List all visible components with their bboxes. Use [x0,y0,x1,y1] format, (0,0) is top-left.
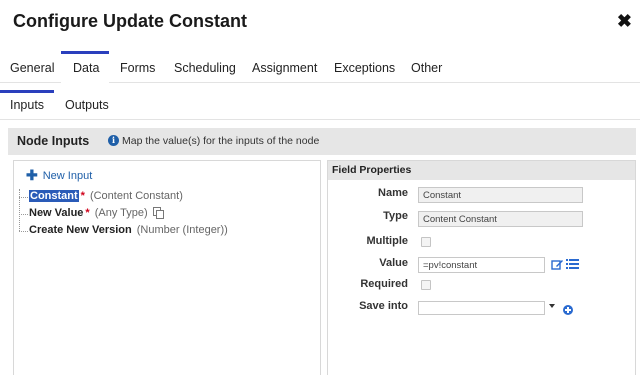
main-tabs: General Data Forms Scheduling Assignment… [0,51,640,83]
save-into-label: Save into [359,300,408,312]
sub-tabs: Inputs Outputs [0,90,640,120]
tree-branch [19,231,28,232]
tab-other[interactable]: Other [411,53,442,83]
inputs-tree-panel: ✚ New Input Constant * (Content Constant) N… [13,160,321,375]
input-name[interactable]: New Value [29,207,83,219]
node-inputs-title: Node Inputs [17,134,90,148]
input-item-constant[interactable]: Constant * (Content Constant) [19,190,183,202]
tab-scheduling[interactable]: Scheduling [174,53,236,83]
name-field: Constant [418,187,583,203]
tab-assignment[interactable]: Assignment [252,53,317,83]
tab-inputs[interactable]: Inputs [0,90,55,120]
tree-connector [19,189,20,231]
field-properties-title: Field Properties [332,164,412,176]
name-label: Name [378,187,408,199]
tab-outputs[interactable]: Outputs [65,90,109,120]
input-item-new-value[interactable]: New Value * (Any Type) [19,207,164,219]
dialog-title-bar: Configure Update Constant ✖ [0,0,640,46]
field-properties-panel: Field Properties Name Constant Type Cont… [327,160,636,375]
info-icon: i [108,135,119,146]
new-input-button[interactable]: ✚ New Input [26,167,92,184]
node-inputs-hint: Map the value(s) for the inputs of the n… [122,135,320,147]
required-label: Required [360,278,408,290]
tab-data[interactable]: Data [61,51,109,83]
tab-general[interactable]: General [10,53,54,83]
dialog-title: Configure Update Constant [13,11,247,31]
plus-icon: ✚ [26,167,38,183]
tree-branch [19,214,28,215]
list-icon[interactable] [566,258,579,270]
tab-exceptions[interactable]: Exceptions [334,53,395,83]
chevron-down-icon[interactable] [549,304,555,308]
new-input-label: New Input [42,170,93,182]
tree-branch [19,197,28,198]
value-field[interactable]: =pv!constant [418,257,545,273]
save-into-select[interactable] [418,301,545,315]
input-name[interactable]: Create New Version [29,224,132,236]
input-name[interactable]: Constant [29,190,79,202]
multiple-checkbox[interactable] [421,237,431,247]
required-checkbox[interactable] [421,280,431,290]
required-marker: * [85,207,90,219]
value-label: Value [379,257,408,269]
type-label: Type [383,210,408,222]
close-icon[interactable]: ✖ [617,12,632,30]
type-field: Content Constant [418,211,583,227]
input-type: (Content Constant) [89,190,183,202]
required-marker: * [80,190,85,202]
input-item-create-new-version[interactable]: Create New Version (Number (Integer)) [19,224,228,236]
node-inputs-header: Node Inputs i Map the value(s) for the i… [8,128,636,155]
edit-icon[interactable] [551,258,564,271]
add-circle-icon[interactable] [563,305,573,315]
copy-icon[interactable] [152,207,164,219]
input-type: (Any Type) [94,207,148,219]
tab-forms[interactable]: Forms [120,53,155,83]
multiple-label: Multiple [366,235,408,247]
field-properties-header: Field Properties [328,161,635,180]
input-type: (Number (Integer)) [136,224,228,236]
